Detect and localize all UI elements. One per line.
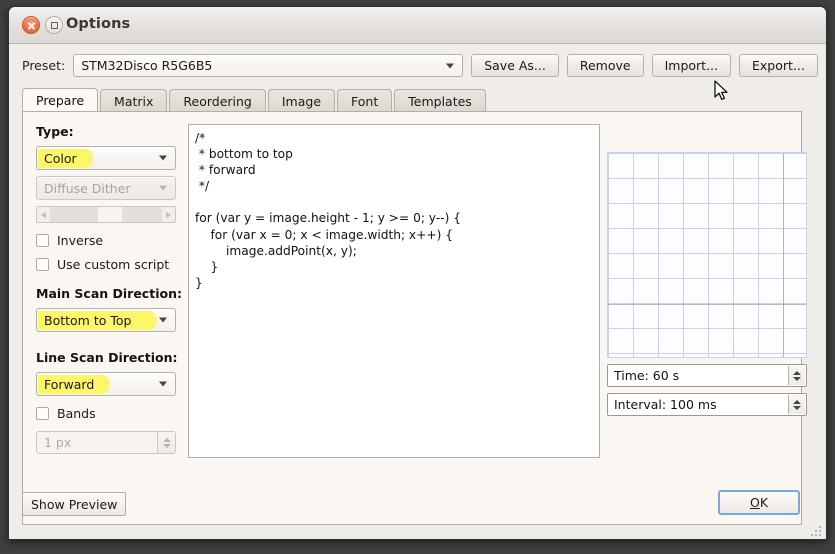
show-preview-button[interactable]: Show Preview [22,492,127,516]
tab-image[interactable]: Image [267,89,336,112]
tab-font[interactable]: Font [337,89,393,112]
import-button[interactable]: Import... [651,54,731,77]
export-button[interactable]: Export... [738,54,818,77]
use-custom-script-label: Use custom script [57,257,170,272]
main-scan-direction-value: Bottom to Top [37,310,159,330]
use-custom-script-checkbox-row[interactable]: Use custom script [36,257,188,272]
dither-level-slider [36,206,176,223]
screen: Options Preset: STM32Disco R5G6B5 Save A… [0,0,835,554]
chevron-down-icon [159,185,167,191]
tab-prepare[interactable]: Prepare [22,88,99,112]
tab-strip: Prepare Matrix Reordering Image Font Tem… [22,88,488,112]
chevron-down-icon [446,63,455,68]
preset-value: STM32Disco R5G6B5 [81,58,213,73]
tab-matrix[interactable]: Matrix [100,89,168,112]
tab-templates[interactable]: Templates [394,89,486,112]
close-icon[interactable] [22,16,40,34]
main-scan-direction-combobox[interactable]: Bottom to Top [36,308,176,332]
prepare-tab-panel: Type: Color Diffuse Dither Inverse Use c… [22,111,807,525]
ok-mnemonic: O [749,495,760,510]
resize-grip[interactable] [810,525,822,537]
preset-combobox[interactable]: STM32Disco R5G6B5 [73,54,464,77]
line-scan-direction-label: Line Scan Direction: [36,350,178,365]
inverse-label: Inverse [57,233,104,248]
main-scan-direction-label: Main Scan Direction: [36,286,182,301]
save-as-button[interactable]: Save As... [471,54,559,77]
chevron-down-icon [159,317,167,323]
bands-size-value: 1 px [44,435,72,450]
line-scan-direction-value: Forward [37,374,111,394]
spinner-arrows-icon [157,432,175,453]
interval-spinner-arrows-icon[interactable] [788,395,805,414]
inverse-checkbox[interactable] [36,234,49,247]
preset-row: Preset: STM32Disco R5G6B5 Save As... Rem… [22,54,818,77]
preview-grid[interactable] [607,152,807,358]
time-spinner-arrows-icon[interactable] [788,366,805,385]
use-custom-script-checkbox[interactable] [36,258,49,271]
bands-size-spinbox: 1 px [36,431,176,454]
grid-vertical-separator [783,153,784,357]
ok-button[interactable]: OK [718,490,800,515]
line-scan-direction-combobox[interactable]: Forward [36,372,176,396]
slider-left-arrow-icon [37,207,50,222]
type-value: Color [38,148,93,168]
interval-spinbox[interactable]: Interval: 100 ms [607,393,807,416]
type-label: Type: [36,124,74,139]
maximize-icon[interactable] [45,16,63,34]
time-value: Time: 60 s [614,368,680,383]
inverse-checkbox-row[interactable]: Inverse [36,233,188,248]
slider-right-arrow-icon [162,207,175,222]
script-preview-panel[interactable]: /* * bottom to top * forward */ for (var… [188,124,600,458]
chevron-down-icon [159,381,167,387]
time-spinbox[interactable]: Time: 60 s [607,364,807,387]
prepare-left-column: Type: Color Diffuse Dither Inverse Use c… [36,124,188,454]
script-preview-text: /* * bottom to top * forward */ for (var… [195,131,461,290]
ok-rest: K [759,495,769,510]
dither-combobox: Diffuse Dither [36,176,176,200]
dialog-footer: Show Preview OK [9,488,826,539]
type-combobox[interactable]: Color [36,146,176,170]
bands-checkbox-row[interactable]: Bands [36,406,188,421]
options-window: Options Preset: STM32Disco R5G6B5 Save A… [8,6,827,540]
remove-button[interactable]: Remove [566,54,644,77]
window-client-area: Preset: STM32Disco R5G6B5 Save As... Rem… [9,44,826,539]
bands-checkbox[interactable] [36,407,49,420]
window-title: Options [66,16,131,32]
tab-reordering[interactable]: Reordering [169,89,266,112]
bands-label: Bands [57,406,96,421]
interval-value: Interval: 100 ms [614,397,717,412]
title-bar: Options [9,7,826,44]
preset-label: Preset: [22,58,66,73]
chevron-down-icon [159,155,167,161]
dither-value: Diffuse Dither [44,180,131,196]
